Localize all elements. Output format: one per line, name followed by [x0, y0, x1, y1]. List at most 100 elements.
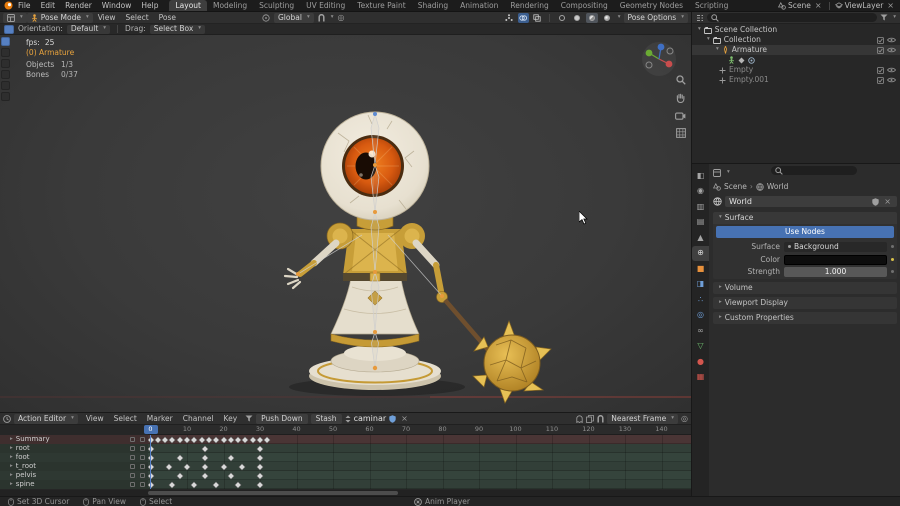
panel-volume[interactable]: ▸ Volume	[713, 282, 897, 294]
breadcrumb-world[interactable]: World	[767, 183, 789, 191]
surface-panel-header[interactable]: ▾ Surface	[713, 212, 897, 224]
properties-tab-object[interactable]: ■	[692, 261, 709, 276]
proportional-edit-icon[interactable]: ◎	[337, 14, 344, 22]
push-down-button[interactable]: Push Down	[256, 413, 308, 424]
channel-lock-icon[interactable]	[140, 482, 145, 487]
workspace-tab-uv-editing[interactable]: UV Editing	[300, 0, 351, 11]
workspace-tab-texture-paint[interactable]: Texture Paint	[351, 0, 411, 11]
stash-button[interactable]: Stash	[310, 413, 342, 424]
visibility-eye-icon[interactable]	[887, 67, 896, 73]
editor-mode-dropdown[interactable]: Action Editor ▾	[14, 413, 78, 424]
properties-editor-icon[interactable]	[713, 168, 721, 177]
channel-name-foot[interactable]: ▸ foot	[0, 453, 148, 462]
dope-sheet-menu-view[interactable]: View	[81, 415, 109, 423]
visibility-eye-icon[interactable]	[887, 37, 896, 43]
exclude-checkbox-icon[interactable]	[877, 76, 884, 84]
dope-sheet-editor-icon[interactable]	[3, 414, 11, 423]
dope-sheet-menu-key[interactable]: Key	[219, 415, 243, 423]
animate-dot-icon[interactable]	[891, 270, 894, 273]
overlays-toggle-icon[interactable]	[517, 13, 529, 23]
tool-cursor[interactable]	[1, 59, 10, 68]
outliner-display-dropdown-icon[interactable]: ▾	[893, 14, 896, 21]
workspace-tab-shading[interactable]: Shading	[412, 0, 454, 11]
fake-user-shield-icon[interactable]	[872, 197, 879, 206]
workspace-tab-modeling[interactable]: Modeling	[207, 0, 253, 11]
channel-filter-funnel-icon[interactable]	[245, 415, 253, 422]
outliner-search-input[interactable]	[707, 13, 878, 22]
properties-tab-physics[interactable]: ◎	[692, 308, 709, 323]
properties-tab-modifiers[interactable]: ◨	[692, 277, 709, 292]
channel-mute-icon[interactable]	[130, 464, 135, 469]
properties-tab-particles[interactable]: ∴	[692, 292, 709, 307]
zoom-icon[interactable]	[675, 75, 686, 85]
channel-lock-icon[interactable]	[140, 455, 145, 460]
action-name-field[interactable]: caminar	[354, 414, 387, 423]
channel-expand-icon[interactable]: ▸	[10, 454, 13, 461]
expander-icon[interactable]: ▾	[716, 47, 719, 53]
expander-icon[interactable]: ▾	[707, 37, 710, 43]
channel-expand-icon[interactable]: ▸	[10, 481, 13, 488]
snap-dropdown-icon[interactable]: ▾	[331, 15, 334, 21]
menu-help[interactable]: Help	[136, 2, 163, 10]
panel-custom-properties[interactable]: ▸ Custom Properties	[713, 312, 897, 324]
ts-drag-dropdown[interactable]: Select Box ▾	[149, 24, 206, 34]
ghost-icon[interactable]	[576, 414, 583, 423]
snap-magnet-icon[interactable]	[318, 14, 325, 22]
filter-funnel-icon[interactable]	[880, 14, 888, 21]
channel-expand-icon[interactable]: ▸	[10, 436, 13, 443]
proportional-edit-icon[interactable]: ◎	[681, 414, 688, 423]
pose-options-dropdown[interactable]: Pose Options ▾	[623, 13, 688, 23]
camera-view-icon[interactable]	[675, 111, 686, 120]
shading-wireframe-icon[interactable]	[556, 13, 568, 23]
current-frame-indicator[interactable]: 0	[143, 425, 158, 434]
properties-tab-material[interactable]: ●	[692, 354, 709, 369]
ts-orientation-dropdown[interactable]: Default ▾	[66, 24, 111, 34]
workspace-tab-geometry-nodes[interactable]: Geometry Nodes	[614, 0, 689, 11]
channel-mute-icon[interactable]	[130, 482, 135, 487]
properties-tab-world[interactable]: ⊕	[692, 245, 709, 261]
navigation-gizmo[interactable]	[639, 39, 679, 81]
workspace-tab-rendering[interactable]: Rendering	[504, 0, 554, 11]
channel-expand-icon[interactable]: ▸	[10, 463, 13, 470]
properties-search-input[interactable]	[771, 166, 857, 175]
pan-hand-icon[interactable]	[676, 93, 685, 103]
outliner-row-scene-collection[interactable]: ▾ Scene Collection	[692, 25, 900, 35]
properties-tab-tool[interactable]: ◧	[692, 168, 709, 183]
viewlayer-unlink-icon[interactable]: ×	[885, 1, 896, 10]
exclude-checkbox-icon[interactable]	[877, 66, 884, 74]
workspace-tab-layout[interactable]: Layout	[169, 0, 207, 11]
outliner-row-collection[interactable]: ▾ Collection	[692, 35, 900, 45]
snap-magnet-icon[interactable]	[597, 414, 604, 423]
viewlayer-selector[interactable]: ViewLayer	[845, 2, 884, 10]
unlink-world-icon[interactable]: ×	[882, 197, 893, 206]
keyframe-area[interactable]	[148, 435, 691, 489]
tool-move[interactable]	[1, 70, 10, 79]
menu-window[interactable]: Window	[97, 2, 137, 10]
xray-toggle-icon[interactable]	[532, 13, 543, 23]
properties-tab-render[interactable]: ◉	[692, 184, 709, 199]
properties-tab-scene[interactable]: ▲	[692, 230, 709, 245]
3d-viewport[interactable]: fps: 25 (0) Armature Objects 1/3 Bones 0/37	[0, 35, 691, 412]
shading-rendered-icon[interactable]	[601, 13, 613, 23]
expander-icon[interactable]: ▾	[698, 27, 701, 33]
active-tool-icon[interactable]	[4, 24, 14, 34]
channel-lock-icon[interactable]	[140, 446, 145, 451]
dope-sheet-menu-select[interactable]: Select	[109, 415, 142, 423]
viewport-menu-view[interactable]: View	[93, 14, 121, 22]
channel-mute-icon[interactable]	[130, 446, 135, 451]
properties-tab-output[interactable]: ▥	[692, 199, 709, 214]
channel-lock-icon[interactable]	[140, 473, 145, 478]
menu-render[interactable]: Render	[60, 2, 97, 10]
menu-file[interactable]: File	[13, 2, 36, 10]
panel-viewport-display[interactable]: ▸ Viewport Display	[713, 297, 897, 309]
visibility-eye-icon[interactable]	[887, 77, 896, 83]
scene-selector[interactable]: Scene	[788, 2, 811, 10]
channel-name-root[interactable]: ▸ root	[0, 444, 148, 453]
tool-tweak[interactable]	[1, 37, 10, 46]
editor-type-button[interactable]: ▾	[3, 12, 27, 23]
timeline-ruler[interactable]: 10 20 30 40 50 60 70 80 90 100 110 120 130 140 0	[143, 425, 691, 435]
workspace-tab-sculpting[interactable]: Sculpting	[253, 0, 300, 11]
surface-dropdown[interactable]: Background	[784, 241, 887, 252]
outliner-row-icons[interactable]	[692, 55, 900, 65]
playhead[interactable]	[150, 435, 151, 489]
